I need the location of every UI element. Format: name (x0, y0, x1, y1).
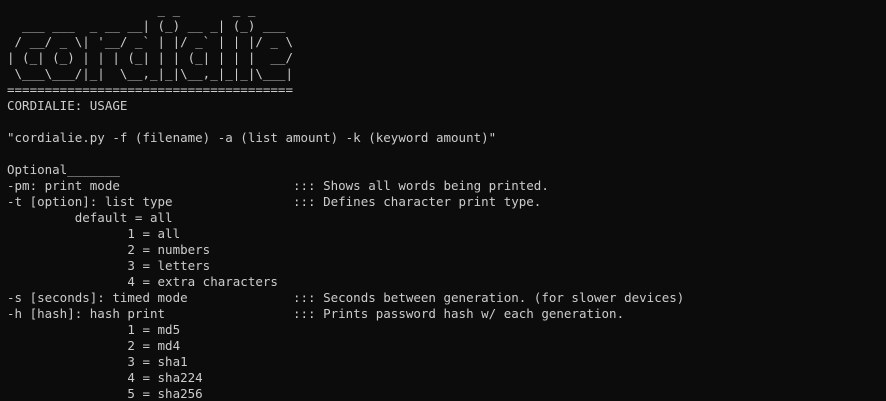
ascii-banner: _ _ _ _ ___ ___ _ __ __| (_) __ _| (_) _… (7, 2, 886, 98)
list-type-item: 3 = letters (7, 258, 211, 273)
list-type-default: default = all (7, 210, 173, 225)
banner-line: / __/ _ \| '__/ _` | |/ _` | | |/ _ \ (7, 34, 293, 49)
terminal-output: CORDIALIE: USAGE "cordialie.py -f (filen… (7, 98, 886, 401)
hash-type-item: 2 = md4 (7, 338, 181, 353)
option-timed-mode: -s [seconds]: timed mode ::: Seconds bet… (7, 290, 685, 305)
hash-type-item: 5 = sha256 (7, 386, 203, 401)
optional-heading: Optional_______ (7, 162, 120, 177)
banner-line: _ _ _ _ (7, 2, 301, 17)
option-hash-print: -h [hash]: hash print ::: Prints passwor… (7, 306, 625, 321)
hash-type-item: 4 = sha224 (7, 370, 203, 385)
hash-type-item: 3 = sha1 (7, 354, 188, 369)
option-print-mode: -pm: print mode ::: Shows all words bein… (7, 178, 549, 193)
option-list-type: -t [option]: list type ::: Defines chara… (7, 194, 542, 209)
list-type-item: 2 = numbers (7, 242, 211, 257)
hash-type-item: 1 = md5 (7, 322, 181, 337)
banner-line: \___\___/|_| \__,_|_|\__,_|_|_|\___| (7, 66, 293, 81)
usage-command: "cordialie.py -f (filename) -a (list amo… (7, 130, 497, 145)
terminal-window[interactable]: _ _ _ _ ___ ___ _ __ __| (_) __ _| (_) _… (0, 0, 886, 401)
banner-line: | (_| (_) | | | (_| | | (_| | | | __/ (7, 50, 293, 65)
usage-heading: CORDIALIE: USAGE (7, 98, 128, 113)
banner-underline: ====================================== (7, 82, 293, 97)
list-type-item: 4 = extra characters (7, 274, 278, 289)
list-type-item: 1 = all (7, 226, 181, 241)
banner-line: ___ ___ _ __ __| (_) __ _| (_) ___ (7, 18, 293, 33)
